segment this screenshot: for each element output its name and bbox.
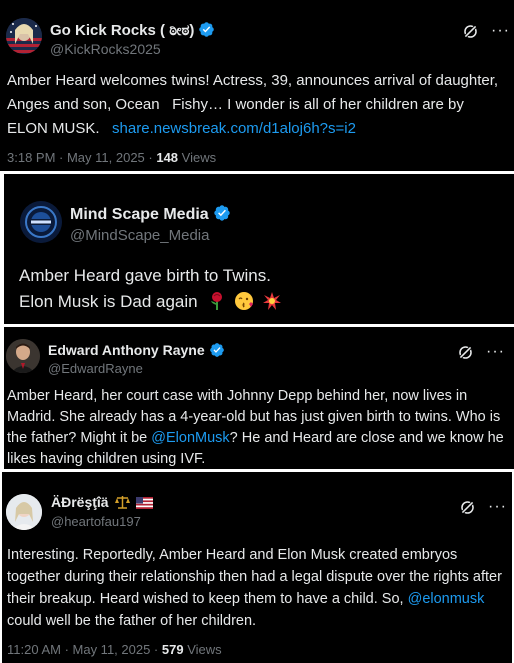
avatar[interactable] (6, 339, 40, 373)
mention-link[interactable]: @ElonMusk (151, 430, 229, 446)
tweet-timestamp[interactable]: 3:18 PM · May 11, 2025 · 148 Views (7, 150, 216, 165)
display-name[interactable]: Edward Anthony Rayne (48, 342, 225, 358)
avatar[interactable] (20, 201, 62, 243)
grok-icon[interactable] (462, 23, 479, 40)
tweet-actions: ··· (457, 343, 505, 361)
tweet-card-2[interactable]: Mind Scape Media @MindScape_Media Amber … (4, 174, 514, 324)
tweet-link[interactable]: share.newsbreak.com/d1aloj6h?s=i2 (112, 120, 356, 137)
tweet-text: Amber Heard gave birth to Twins. Elon Mu… (19, 263, 499, 319)
verified-badge-icon (213, 204, 231, 222)
display-name[interactable]: ÄÐrëşţîä (51, 494, 154, 512)
collision-emoji (262, 291, 282, 319)
tweet-card-3[interactable]: Edward Anthony Rayne @EdwardRayne ··· Am… (4, 327, 514, 469)
verified-badge-icon (198, 21, 215, 38)
user-handle[interactable]: @EdwardRayne (48, 361, 143, 376)
tweet-actions: ··· (459, 498, 507, 516)
display-name[interactable]: Mind Scape Media (70, 204, 231, 224)
tweet-card-1[interactable]: Go Kick Rocks ( ಠೀಠ) @KickRocks2025 ··· … (0, 0, 514, 171)
rose-emoji (208, 291, 226, 319)
grok-icon[interactable] (459, 499, 476, 516)
grok-icon[interactable] (457, 344, 474, 361)
tweet-actions: ··· (462, 22, 510, 40)
scales-emoji (115, 495, 131, 512)
more-options-icon[interactable]: ··· (488, 498, 507, 516)
tweet-card-4[interactable]: ÄÐrëşţîä @heartofau197 ··· Interesting. … (2, 472, 512, 663)
tweet-text: Amber Heard welcomes twins! Actress, 39,… (7, 72, 499, 137)
kiss-face-emoji (234, 291, 254, 319)
user-handle[interactable]: @heartofau197 (51, 514, 141, 529)
views-count: 579 (161, 642, 184, 657)
tweet-timestamp[interactable]: 11:20 AM · May 11, 2025 · 579 Views (7, 642, 222, 657)
mention-link[interactable]: @elonmusk (408, 591, 485, 607)
more-options-icon[interactable]: ··· (491, 22, 510, 40)
avatar[interactable] (6, 494, 42, 530)
us-flag-emoji (136, 496, 154, 512)
tweet-text: Interesting. Reportedly, Amber Heard and… (7, 547, 502, 629)
more-options-icon[interactable]: ··· (486, 343, 505, 361)
views-count: 148 (156, 150, 179, 165)
verified-badge-icon (209, 342, 225, 358)
user-handle[interactable]: @KickRocks2025 (50, 41, 161, 57)
display-name[interactable]: Go Kick Rocks ( ಠೀಠ) (50, 21, 215, 39)
user-handle[interactable]: @MindScape_Media (70, 227, 209, 244)
avatar[interactable] (6, 18, 42, 54)
tweet-text: Amber Heard, her court case with Johnny … (7, 388, 504, 467)
